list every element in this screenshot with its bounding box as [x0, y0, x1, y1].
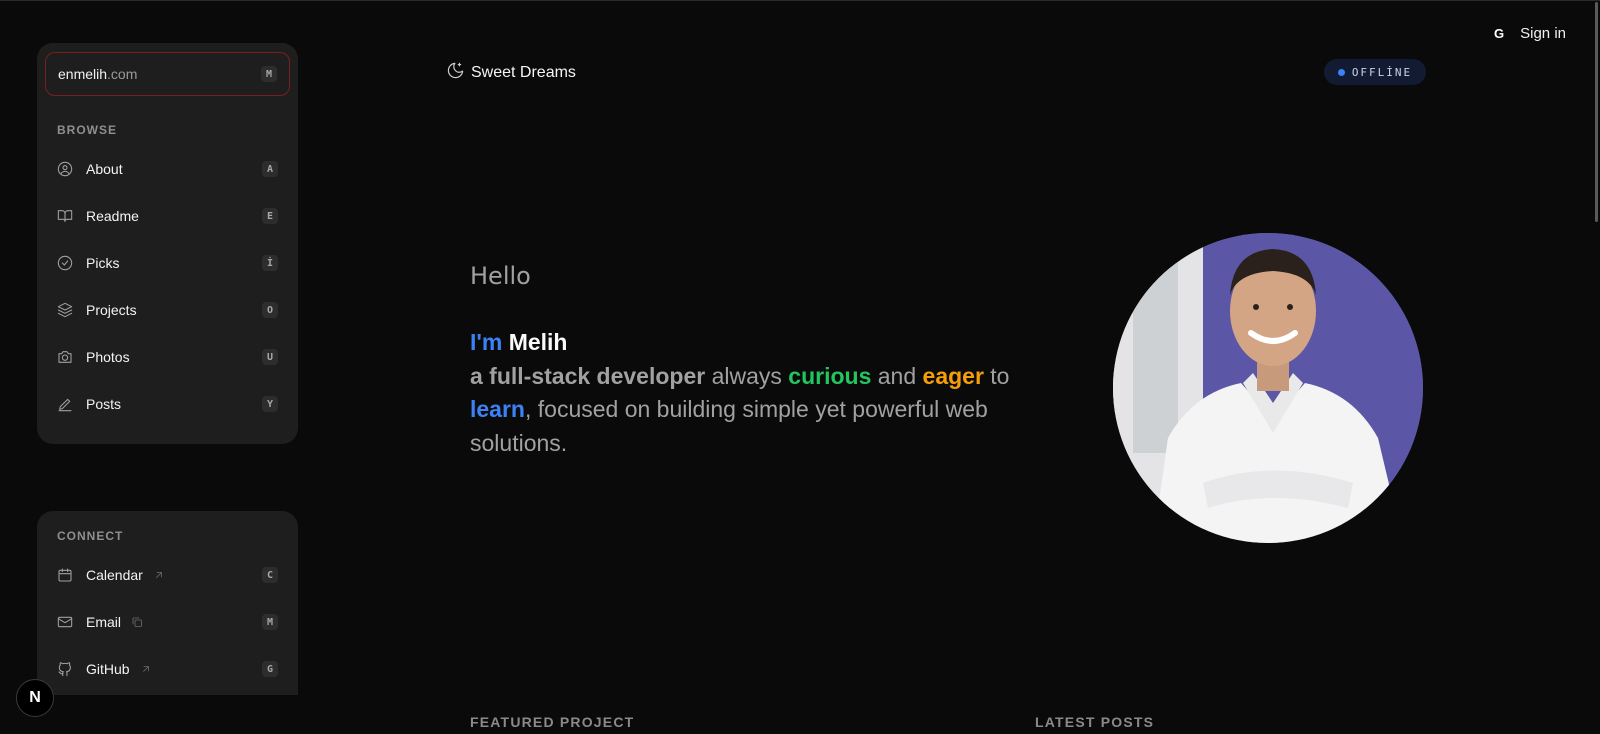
- moon-icon: [446, 61, 465, 84]
- sidebar-item-posts[interactable]: Posts Y: [45, 384, 290, 424]
- latest-posts-heading: LATEST POSTS: [1035, 714, 1155, 730]
- status-badge-label: OFFLİNE: [1351, 65, 1413, 79]
- sidebar-item-label: About: [86, 161, 123, 177]
- sidebar-item-calendar[interactable]: Calendar C: [45, 555, 290, 595]
- sidebar-item-about[interactable]: About A: [45, 149, 290, 189]
- auth-area: G Sign in: [1494, 25, 1566, 42]
- nextjs-dev-badge[interactable]: N: [16, 679, 54, 717]
- connect-section-title: CONNECT: [57, 529, 124, 543]
- hero-curious: curious: [788, 362, 872, 389]
- pencil-icon: [57, 396, 73, 412]
- google-icon: G: [1494, 26, 1505, 41]
- sidebar-item-email[interactable]: Email M: [45, 602, 290, 642]
- shortcut-key: Y: [262, 396, 278, 412]
- sidebar-item-label: Photos: [86, 349, 130, 365]
- site-name: enmelih.com: [58, 66, 138, 82]
- hero-role: a full-stack developer: [470, 362, 706, 389]
- shortcut-key: U: [262, 349, 278, 365]
- shortcut-key: İ: [262, 255, 278, 271]
- sidebar-item-label: Projects: [86, 302, 137, 318]
- sidebar-item-label: Picks: [86, 255, 120, 271]
- copy-icon[interactable]: [131, 615, 145, 629]
- browse-section-title: BROWSE: [57, 123, 117, 137]
- shortcut-key: M: [262, 614, 278, 630]
- sidebar-item-label: Email: [86, 614, 122, 630]
- status-line: Sweet Dreams: [446, 61, 576, 84]
- mail-icon: [57, 614, 73, 630]
- portrait-illustration: [1113, 233, 1423, 543]
- top-border: [0, 0, 1600, 1]
- calendar-icon: [57, 567, 73, 583]
- github-icon: [57, 661, 73, 677]
- sidebar-item-readme[interactable]: Readme E: [45, 196, 290, 236]
- sidebar-item-picks[interactable]: Picks İ: [45, 243, 290, 283]
- hero-rest: , focused on building simple yet powerfu…: [470, 396, 988, 456]
- hero-intro: I'm Melih a full-stack developer always …: [470, 326, 1070, 460]
- hero-to: to: [990, 362, 1010, 389]
- shortcut-key: A: [262, 161, 278, 177]
- hero-name: Melih: [508, 329, 568, 355]
- sidebar-connect-panel: CONNECT Calendar C Email M GitHub G: [37, 511, 298, 695]
- arrow-up-right-icon: [140, 662, 154, 676]
- shortcut-key: E: [262, 208, 278, 224]
- featured-project-heading: FEATURED PROJECT: [470, 714, 635, 730]
- status-text: Sweet Dreams: [471, 63, 576, 81]
- hero-eager: eager: [922, 362, 984, 389]
- sidebar-item-label: Posts: [86, 396, 122, 412]
- sidebar-item-projects[interactable]: Projects O: [45, 290, 290, 330]
- sidebar-item-github[interactable]: GitHub G: [45, 649, 290, 689]
- status-badge: OFFLİNE: [1324, 59, 1426, 85]
- shortcut-key: G: [262, 661, 278, 677]
- sidebar-item-label: Calendar: [86, 567, 143, 583]
- sidebar-item-label: GitHub: [86, 661, 130, 677]
- sidebar-item-label: Readme: [86, 208, 139, 224]
- hero-and: and: [877, 362, 917, 389]
- user-circle-icon: [57, 161, 73, 177]
- arrow-up-right-icon: [153, 568, 167, 582]
- status-dot: [1337, 68, 1345, 76]
- hero-learn: learn: [470, 396, 525, 422]
- camera-icon: [57, 349, 73, 365]
- shortcut-key: C: [262, 567, 278, 583]
- hero-greeting: Hello: [470, 262, 531, 290]
- scrollbar-thumb[interactable]: [1595, 2, 1598, 222]
- hero-im: I'm: [470, 329, 503, 355]
- avatar: [1113, 233, 1423, 543]
- sidebar-browse-panel: enmelih.com M BROWSE About A Readme E Pi…: [37, 43, 298, 444]
- sign-in-button[interactable]: Sign in: [1520, 25, 1566, 42]
- layers-icon: [57, 302, 73, 318]
- site-home-link[interactable]: enmelih.com M: [45, 52, 290, 96]
- check-circle-icon: [57, 255, 73, 271]
- sidebar-item-photos[interactable]: Photos U: [45, 337, 290, 377]
- book-open-icon: [57, 208, 73, 224]
- shortcut-key: M: [261, 66, 277, 82]
- shortcut-key: O: [262, 302, 278, 318]
- hero-always: always: [711, 362, 782, 389]
